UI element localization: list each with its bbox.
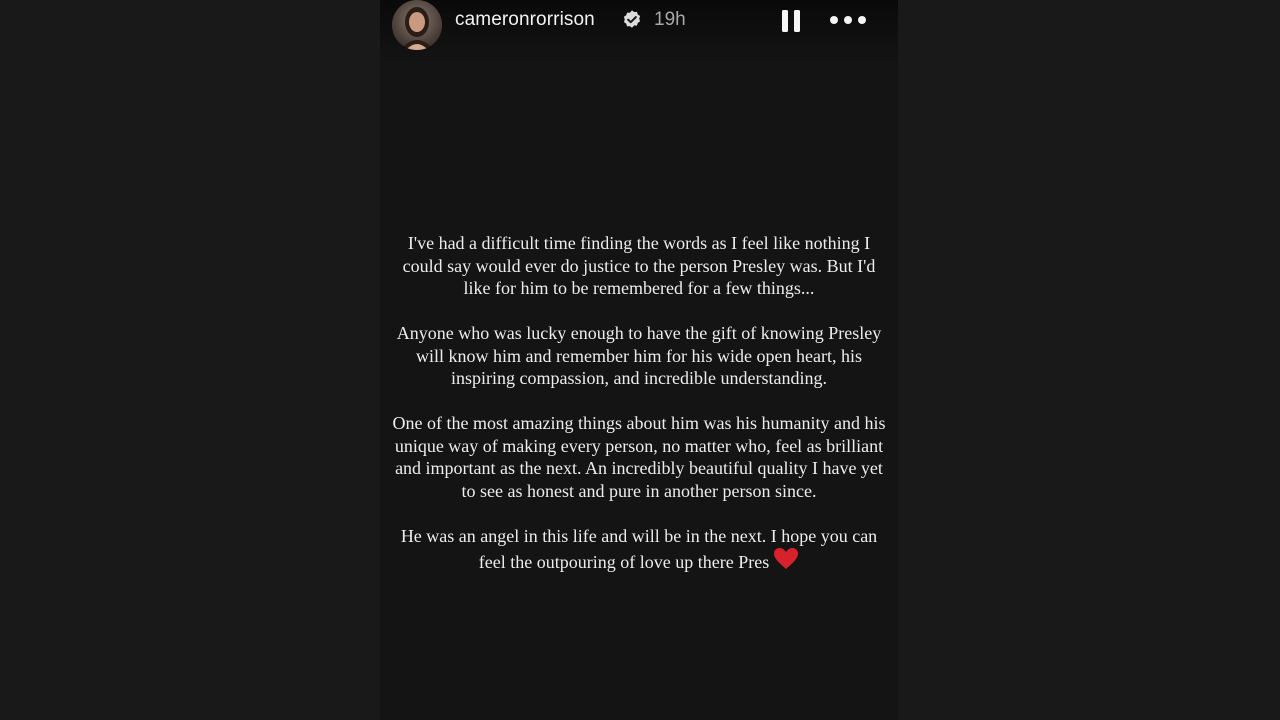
pause-icon[interactable] [778,6,804,36]
paragraph-2: Anyone who was lucky enough to have the … [396,323,882,388]
paragraph-4-text: He was an angel in this life and will be… [400,525,878,573]
post-time: 19h [654,9,686,30]
avatar[interactable] [392,0,442,50]
paragraph-3: One of the most amazing things about him… [392,413,886,501]
story-text: I've had a difficult time finding the wo… [380,232,898,574]
paragraph-4: He was an angel in this life and will be… [389,525,889,574]
page: cameronrorrison 19h I've had a difficult… [0,0,1280,720]
verified-badge-icon [623,10,641,28]
more-options-icon[interactable] [828,10,868,30]
red-heart-icon [774,548,799,569]
username[interactable]: cameronrorrison [455,9,595,31]
paragraph-1: I've had a difficult time finding the wo… [402,233,876,298]
story-viewer[interactable]: cameronrorrison 19h I've had a difficult… [380,0,898,720]
story-header: cameronrorrison 19h [380,0,898,64]
